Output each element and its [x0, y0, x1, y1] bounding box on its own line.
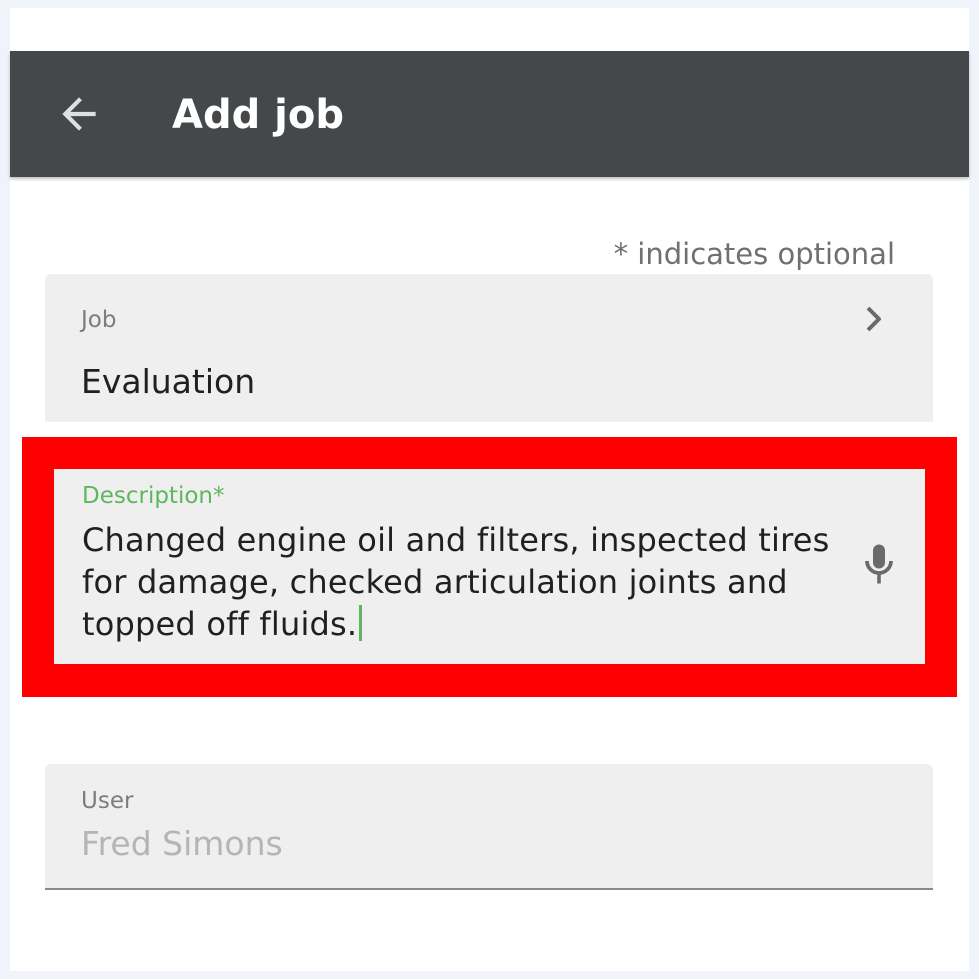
app-bar: Add job — [10, 51, 969, 177]
arrow-left-icon[interactable] — [54, 89, 104, 139]
user-field: User Fred Simons — [45, 764, 933, 890]
text-cursor — [359, 605, 363, 641]
description-field[interactable]: Description* Changed engine oil and filt… — [54, 469, 925, 664]
microphone-icon[interactable] — [861, 541, 897, 587]
optional-note: * indicates optional — [613, 237, 895, 271]
job-value: Evaluation — [81, 362, 256, 401]
description-value: Changed engine oil and filters, inspecte… — [82, 521, 830, 643]
description-input-text[interactable]: Changed engine oil and filters, inspecte… — [82, 519, 842, 645]
job-label: Job — [81, 307, 117, 333]
job-selector[interactable]: Job Evaluation — [45, 274, 933, 422]
description-label: Description* — [82, 483, 225, 509]
user-value: Fred Simons — [81, 824, 283, 863]
user-label: User — [81, 788, 134, 814]
page-title: Add job — [172, 92, 344, 138]
chevron-right-icon — [866, 306, 881, 332]
